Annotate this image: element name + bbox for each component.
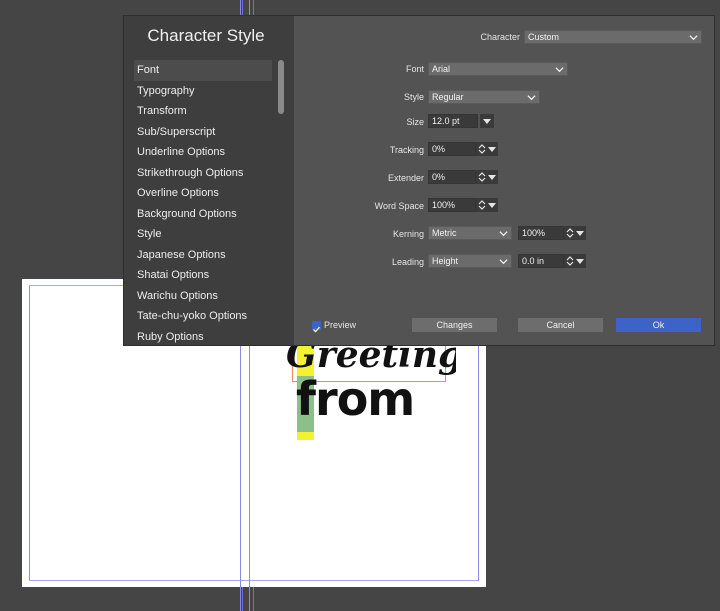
chevron-down-icon bbox=[483, 119, 491, 124]
stepper-icon bbox=[566, 256, 584, 266]
leading-value: Height bbox=[432, 256, 459, 266]
category-item[interactable]: Transform bbox=[134, 101, 272, 122]
preview-label: Preview bbox=[324, 320, 357, 330]
tracking-label: Tracking bbox=[389, 145, 424, 155]
category-item[interactable]: Overline Options bbox=[134, 183, 272, 204]
word-space-label: Word Space bbox=[374, 201, 424, 211]
changes-button[interactable]: Changes bbox=[412, 318, 497, 332]
chevron-down-icon bbox=[499, 259, 508, 265]
chevron-down-icon bbox=[499, 231, 508, 237]
style-value: Regular bbox=[432, 92, 464, 102]
category-item[interactable]: Style bbox=[134, 224, 272, 245]
font-dropdown[interactable]: Arial bbox=[428, 62, 568, 76]
dialog-title: Character Style bbox=[147, 26, 265, 45]
leading-amount-field[interactable]: 0.0 in bbox=[518, 254, 564, 268]
character-dropdown[interactable]: Custom bbox=[524, 30, 702, 44]
size-label: Size bbox=[406, 117, 424, 127]
chevron-down-icon bbox=[527, 95, 536, 101]
extender-label: Extender bbox=[387, 173, 424, 183]
chevron-down-icon bbox=[689, 35, 698, 41]
margin-guide bbox=[29, 285, 30, 581]
margin-guide bbox=[29, 580, 478, 581]
category-list: Font Typography Transform Sub/Superscript Un… bbox=[134, 60, 272, 347]
ok-button[interactable]: Ok bbox=[616, 318, 701, 332]
word-space-stepper[interactable] bbox=[476, 198, 498, 212]
stepper-icon bbox=[478, 144, 496, 154]
checkmark-icon bbox=[313, 326, 320, 333]
category-item[interactable]: Sub/Superscript bbox=[134, 122, 272, 143]
kerning-amount-field[interactable]: 100% bbox=[518, 226, 564, 240]
category-item[interactable]: Font bbox=[134, 60, 272, 81]
kerning-dropdown[interactable]: Metric bbox=[428, 226, 512, 240]
extender-stepper[interactable] bbox=[476, 170, 498, 184]
size-field[interactable]: 12.0 pt bbox=[428, 114, 478, 128]
preview-checkbox[interactable] bbox=[312, 321, 321, 333]
leading-dropdown[interactable]: Height bbox=[428, 254, 512, 268]
leading-stepper[interactable] bbox=[564, 254, 586, 268]
leading-label: Leading bbox=[391, 257, 424, 267]
category-item[interactable]: Strikethrough Options bbox=[134, 163, 272, 184]
cancel-button[interactable]: Cancel bbox=[518, 318, 603, 332]
category-item[interactable]: Japanese Options bbox=[134, 245, 272, 266]
extender-field[interactable]: 0% bbox=[428, 170, 476, 184]
stepper-icon bbox=[478, 172, 496, 182]
font-value: Arial bbox=[432, 64, 451, 74]
category-item[interactable]: Tate-chu-yoko Options bbox=[134, 306, 272, 327]
tracking-stepper[interactable] bbox=[476, 142, 498, 156]
word-space-field[interactable]: 100% bbox=[428, 198, 476, 212]
stepper-icon bbox=[478, 200, 496, 210]
artwork-text-from[interactable]: from bbox=[296, 372, 415, 426]
kerning-label: Kerning bbox=[392, 229, 424, 239]
character-label: Character bbox=[480, 32, 520, 42]
style-dropdown[interactable]: Regular bbox=[428, 90, 540, 104]
category-item[interactable]: Warichu Options bbox=[134, 286, 272, 307]
category-scrollbar[interactable] bbox=[278, 60, 284, 345]
size-dropdown-button[interactable] bbox=[480, 114, 494, 128]
category-item[interactable]: Typography bbox=[134, 81, 272, 102]
style-label: Style bbox=[403, 92, 424, 102]
kerning-value: Metric bbox=[432, 228, 457, 238]
category-item[interactable]: Underline Options bbox=[134, 142, 272, 163]
character-style-dialog: Character Style Font Typography Transform S… bbox=[123, 15, 715, 346]
category-panel: Character Style Font Typography Transform S… bbox=[124, 16, 294, 345]
category-item[interactable]: Ruby Options bbox=[134, 327, 272, 348]
font-label: Font bbox=[405, 64, 424, 74]
chevron-down-icon bbox=[555, 67, 564, 73]
kerning-stepper[interactable] bbox=[564, 226, 586, 240]
scrollbar-thumb[interactable] bbox=[278, 60, 284, 114]
character-value: Custom bbox=[528, 32, 560, 42]
category-item[interactable]: Background Options bbox=[134, 204, 272, 225]
tracking-field[interactable]: 0% bbox=[428, 142, 476, 156]
stepper-icon bbox=[566, 228, 584, 238]
category-item[interactable]: Shatai Options bbox=[134, 265, 272, 286]
